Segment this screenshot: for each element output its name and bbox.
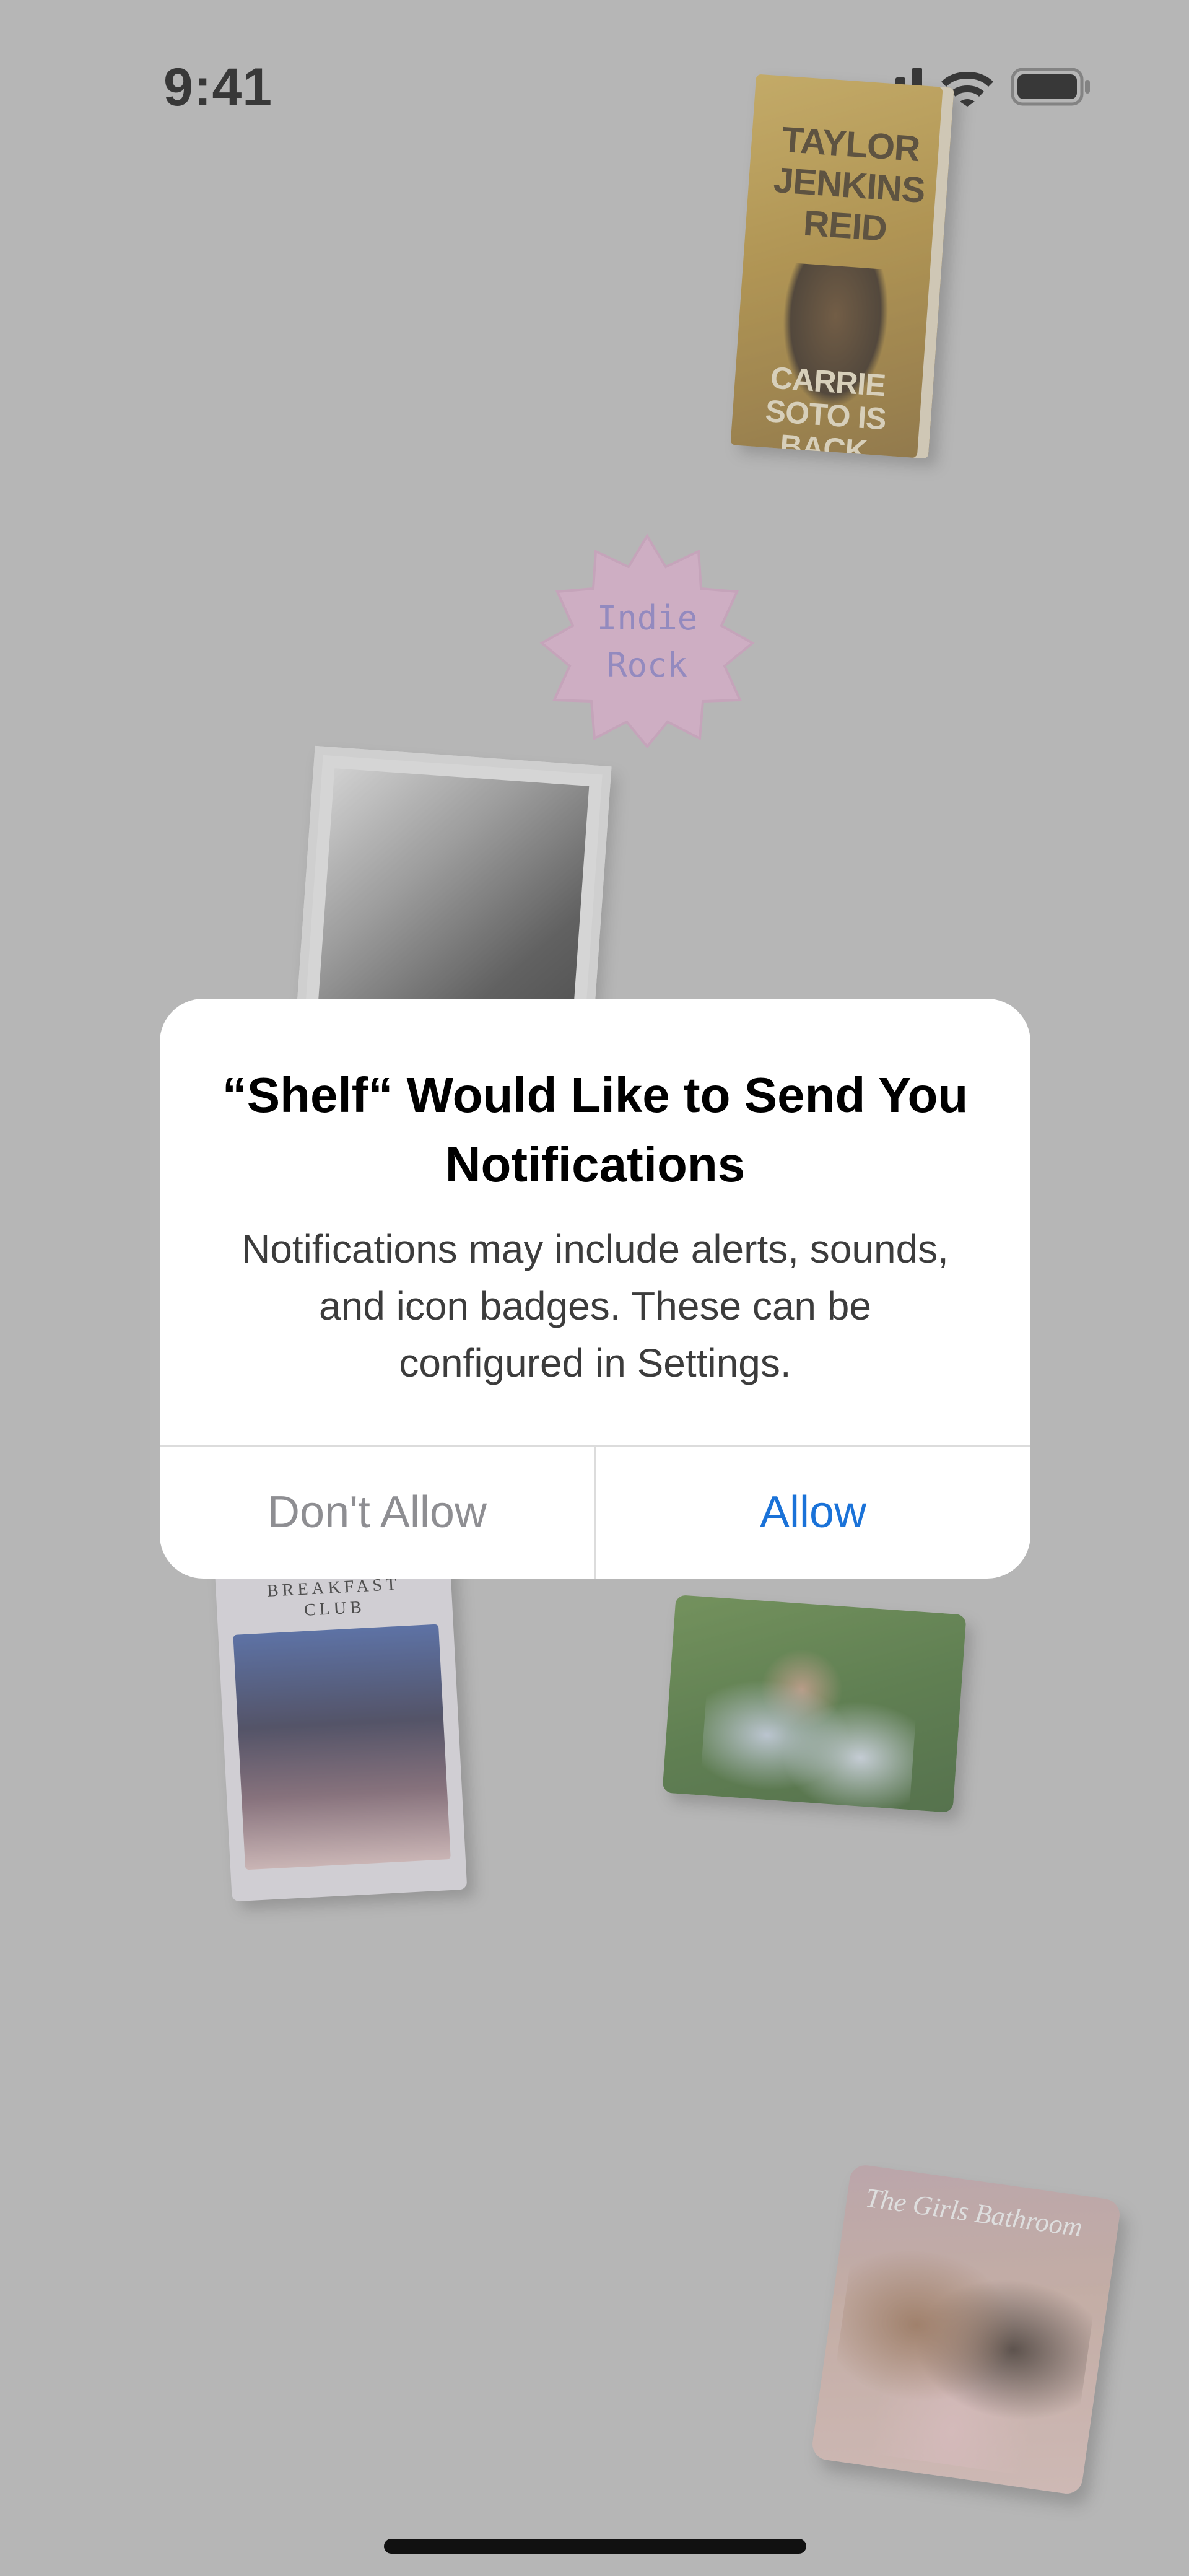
dont-allow-button[interactable]: Don't Allow	[160, 1446, 594, 1579]
home-indicator[interactable]	[384, 2539, 806, 2554]
allow-button[interactable]: Allow	[596, 1446, 1030, 1579]
notification-permission-alert: “Shelf“ Would Like to Send You Notificat…	[160, 999, 1030, 1579]
alert-title: “Shelf“ Would Like to Send You Notificat…	[222, 1067, 969, 1192]
screen: 9:41 TAYLOR JENKINS REID CARRIE SOTO IS …	[0, 0, 1189, 2576]
alert-message: Notifications may include alerts, sounds…	[242, 1227, 949, 1385]
